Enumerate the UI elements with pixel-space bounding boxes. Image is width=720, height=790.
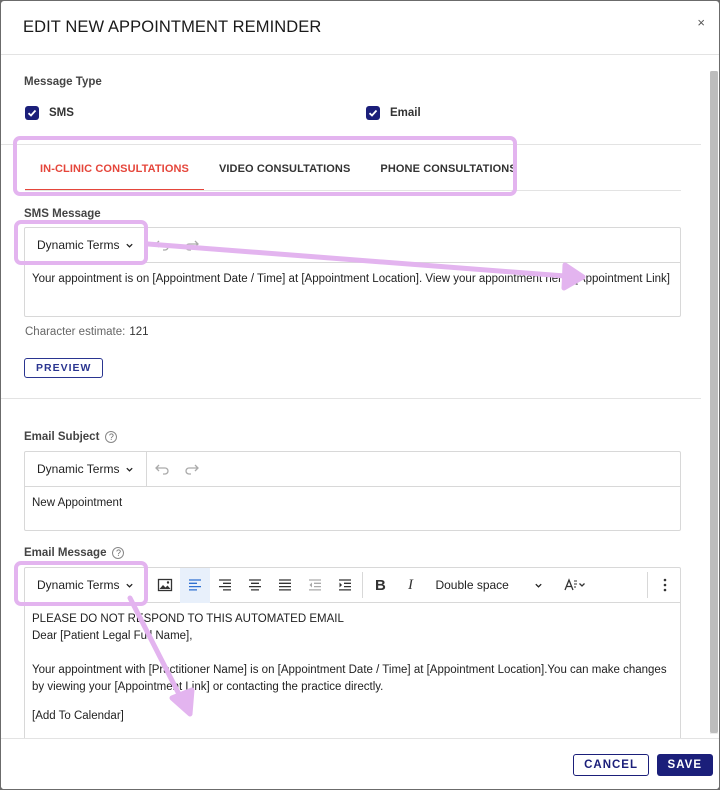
scrollbar[interactable] [710, 71, 718, 734]
email-checkbox-label: Email [390, 107, 421, 119]
email-message-toolbar: Dynamic Terms B I Double space [25, 567, 680, 603]
email-message-text-area[interactable]: PLEASE DO NOT RESPOND TO THIS AUTOMATED … [25, 603, 680, 733]
character-estimate-label: Character estimate: [25, 326, 126, 338]
sms-message-label: SMS Message [24, 208, 101, 220]
undo-icon[interactable] [147, 452, 177, 487]
chevron-down-icon [126, 467, 134, 472]
chevron-down-icon [126, 243, 134, 248]
scrollbar-thumb[interactable] [710, 71, 718, 733]
edit-reminder-modal: EDIT NEW APPOINTMENT REMINDER × Message … [1, 1, 719, 789]
redo-icon[interactable] [177, 452, 207, 487]
tab-underline [25, 190, 681, 191]
email-message-label-text: Email Message [24, 547, 107, 560]
email-line: [Add To Calendar] [32, 710, 124, 722]
line-spacing-dropdown[interactable]: Double space [425, 568, 553, 603]
bold-icon[interactable]: B [365, 568, 395, 603]
outdent-icon[interactable] [300, 568, 330, 603]
sms-checkbox[interactable]: SMS [25, 106, 74, 120]
email-subject-dynamic-terms-dropdown[interactable]: Dynamic Terms [25, 451, 148, 487]
line-spacing-value: Double space [435, 578, 509, 592]
more-options-icon[interactable] [650, 568, 680, 603]
email-line: PLEASE DO NOT RESPOND TO THIS AUTOMATED … [32, 613, 344, 625]
align-justify-icon[interactable] [270, 568, 300, 603]
sms-checkbox-label: SMS [49, 107, 74, 119]
sms-toolbar: Dynamic Terms [25, 227, 680, 263]
chevron-down-icon [535, 583, 543, 588]
help-icon[interactable]: ? [112, 547, 125, 559]
modal-title: EDIT NEW APPOINTMENT REMINDER [23, 18, 322, 36]
cancel-button[interactable]: CANCEL [573, 754, 649, 776]
email-checkbox[interactable]: Email [366, 106, 421, 120]
tab-phone[interactable]: PHONE CONSULTATIONS [365, 148, 531, 191]
toolbar-separator [647, 572, 648, 598]
image-icon[interactable] [150, 568, 180, 603]
indent-icon[interactable] [330, 568, 360, 603]
checkbox-checked-icon [366, 106, 380, 120]
checkbox-checked-icon [25, 106, 39, 120]
character-estimate: Character estimate: 121 [25, 326, 149, 338]
email-line: Dear [Patient Legal Full Name], [32, 630, 193, 642]
email-message-editor: Dynamic Terms B I Double space PLEASE DO… [24, 567, 681, 738]
font-size-icon[interactable] [553, 568, 597, 603]
email-subject-label: Email Subject? [24, 431, 118, 444]
close-icon[interactable]: × [697, 15, 705, 30]
dynamic-terms-label: Dynamic Terms [37, 462, 120, 476]
save-button[interactable]: SAVE [656, 754, 713, 776]
sms-text-area[interactable]: Your appointment is on [Appointment Date… [25, 263, 680, 296]
email-line-blank [32, 645, 673, 662]
align-center-icon[interactable] [240, 568, 270, 603]
divider [1, 144, 701, 145]
email-line: Your appointment with [Practitioner Name… [32, 664, 667, 693]
align-left-icon[interactable] [180, 567, 211, 603]
modal-header: EDIT NEW APPOINTMENT REMINDER × [1, 1, 719, 55]
redo-icon[interactable] [177, 228, 207, 263]
consultation-tabs: IN-CLINIC CONSULTATIONS VIDEO CONSULTATI… [25, 148, 532, 191]
modal-body[interactable]: Message Type SMS Email IN-CLINIC CONSULT… [1, 56, 719, 738]
email-subject-label-text: Email Subject [24, 431, 100, 444]
message-type-label: Message Type [24, 76, 102, 88]
align-right-icon[interactable] [210, 568, 240, 603]
email-message-label: Email Message? [24, 547, 125, 560]
sms-editor: Dynamic Terms Your appointment is on [Ap… [24, 227, 681, 317]
tab-in-clinic[interactable]: IN-CLINIC CONSULTATIONS [25, 148, 204, 191]
help-icon[interactable]: ? [105, 431, 118, 443]
undo-icon[interactable] [147, 228, 177, 263]
modal-footer: CANCEL SAVE [1, 738, 719, 789]
italic-icon[interactable]: I [395, 568, 425, 603]
email-subject-toolbar: Dynamic Terms [25, 451, 680, 487]
email-message-dynamic-terms-dropdown[interactable]: Dynamic Terms [25, 567, 148, 603]
chevron-down-icon [126, 583, 134, 588]
dynamic-terms-label: Dynamic Terms [37, 238, 120, 252]
toolbar-separator [362, 572, 364, 598]
dynamic-terms-label: Dynamic Terms [37, 578, 120, 592]
character-estimate-value: 121 [129, 326, 149, 338]
tab-video[interactable]: VIDEO CONSULTATIONS [204, 148, 365, 191]
preview-button[interactable]: PREVIEW [24, 358, 104, 378]
email-subject-editor: Dynamic Terms New Appointment [24, 451, 681, 531]
sms-dynamic-terms-dropdown[interactable]: Dynamic Terms [25, 227, 148, 263]
email-subject-text-area[interactable]: New Appointment [25, 487, 680, 520]
divider [1, 398, 701, 399]
